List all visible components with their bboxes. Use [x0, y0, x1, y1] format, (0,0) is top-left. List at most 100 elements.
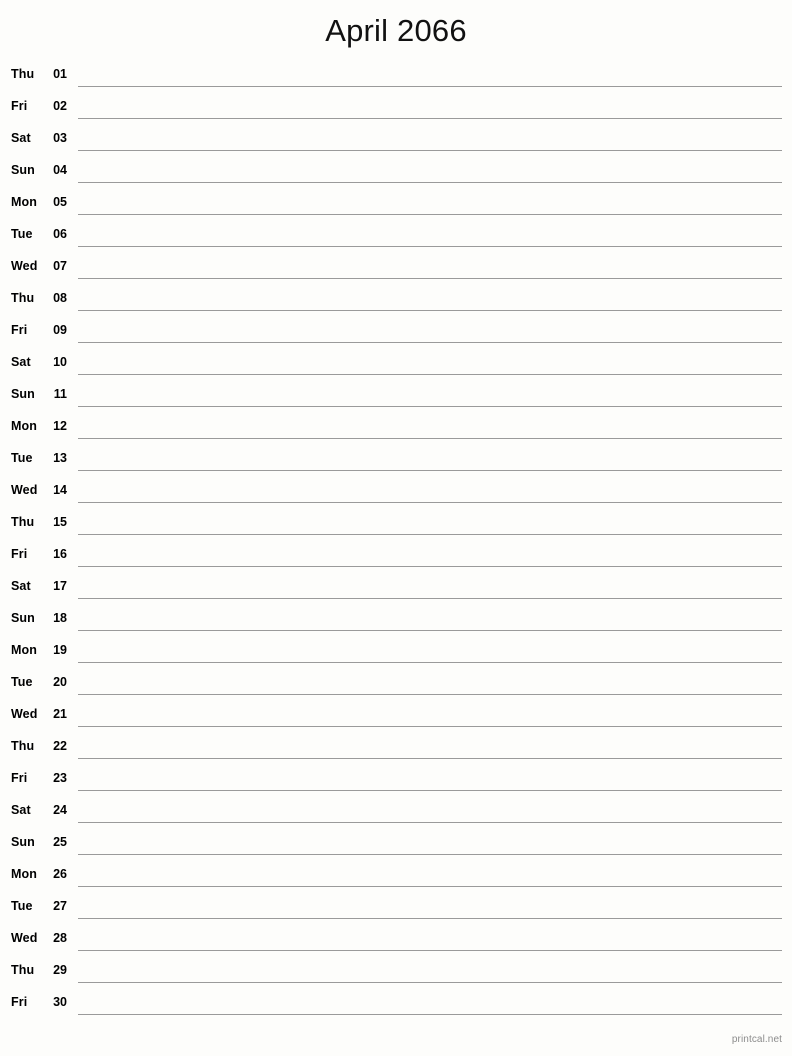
weekday-label: Sun [11, 387, 35, 401]
day-number: 14 [53, 483, 67, 497]
day-number: 02 [53, 99, 67, 113]
notes-writing-line[interactable] [78, 959, 782, 983]
notes-writing-line[interactable] [78, 735, 782, 759]
weekday-label: Mon [11, 643, 37, 657]
day-row: Thu 08 [0, 287, 792, 319]
day-number: 09 [53, 323, 67, 337]
weekday-label: Wed [11, 931, 38, 945]
day-row: Mon 26 [0, 863, 792, 895]
notes-writing-line[interactable] [78, 351, 782, 375]
weekday-label: Fri [11, 99, 28, 113]
day-row: Mon 05 [0, 191, 792, 223]
notes-writing-line[interactable] [78, 799, 782, 823]
notes-writing-line[interactable] [78, 895, 782, 919]
day-row: Wed 14 [0, 479, 792, 511]
weekday-label: Tue [11, 675, 33, 689]
notes-writing-line[interactable] [78, 543, 782, 567]
notes-writing-line[interactable] [78, 863, 782, 887]
weekday-label: Sat [11, 131, 31, 145]
day-row: Fri 09 [0, 319, 792, 351]
day-number: 30 [53, 995, 67, 1009]
day-number: 22 [53, 739, 67, 753]
notes-writing-line[interactable] [78, 927, 782, 951]
day-number: 18 [53, 611, 67, 625]
notes-writing-line[interactable] [78, 63, 782, 87]
day-number: 23 [53, 771, 67, 785]
day-row: Fri 30 [0, 991, 792, 1023]
notes-writing-line[interactable] [78, 383, 782, 407]
weekday-label: Sat [11, 355, 31, 369]
day-number: 17 [53, 579, 67, 593]
notes-writing-line[interactable] [78, 223, 782, 247]
day-number: 20 [53, 675, 67, 689]
weekday-label: Wed [11, 707, 38, 721]
day-number: 28 [53, 931, 67, 945]
day-row: Sat 10 [0, 351, 792, 383]
day-number: 05 [53, 195, 67, 209]
notes-writing-line[interactable] [78, 287, 782, 311]
day-number: 29 [53, 963, 67, 977]
notes-writing-line[interactable] [78, 447, 782, 471]
weekday-label: Sat [11, 579, 31, 593]
day-row: Fri 16 [0, 543, 792, 575]
notes-writing-line[interactable] [78, 159, 782, 183]
day-row: Sun 25 [0, 831, 792, 863]
day-row: Thu 22 [0, 735, 792, 767]
weekday-label: Mon [11, 195, 37, 209]
day-row: Thu 01 [0, 63, 792, 95]
weekday-label: Thu [11, 963, 35, 977]
day-row: Thu 15 [0, 511, 792, 543]
day-row: Mon 19 [0, 639, 792, 671]
notes-writing-line[interactable] [78, 511, 782, 535]
notes-writing-line[interactable] [78, 127, 782, 151]
weekday-label: Fri [11, 323, 28, 337]
notes-writing-line[interactable] [78, 639, 782, 663]
day-row: Wed 07 [0, 255, 792, 287]
weekday-label: Mon [11, 867, 37, 881]
day-number: 03 [53, 131, 67, 145]
weekday-label: Sun [11, 835, 35, 849]
weekday-label: Sun [11, 163, 35, 177]
day-row: Sun 18 [0, 607, 792, 639]
day-row: Fri 02 [0, 95, 792, 127]
notes-writing-line[interactable] [78, 191, 782, 215]
day-row: Sat 03 [0, 127, 792, 159]
day-row: Fri 23 [0, 767, 792, 799]
notes-writing-line[interactable] [78, 415, 782, 439]
notes-writing-line[interactable] [78, 479, 782, 503]
notes-writing-line[interactable] [78, 671, 782, 695]
weekday-label: Wed [11, 259, 38, 273]
day-number: 16 [53, 547, 67, 561]
page-title: April 2066 [325, 13, 467, 48]
day-row: Mon 12 [0, 415, 792, 447]
day-number: 04 [53, 163, 67, 177]
weekday-label: Tue [11, 227, 33, 241]
weekday-label: Tue [11, 899, 33, 913]
day-row: Thu 29 [0, 959, 792, 991]
day-row: Wed 21 [0, 703, 792, 735]
day-row: Tue 20 [0, 671, 792, 703]
weekday-label: Thu [11, 515, 35, 529]
day-number: 12 [53, 419, 67, 433]
notes-writing-line[interactable] [78, 767, 782, 791]
day-number: 11 [53, 387, 67, 401]
day-row: Sun 11 [0, 383, 792, 415]
notes-writing-line[interactable] [78, 607, 782, 631]
day-number: 15 [53, 515, 67, 529]
day-number: 25 [53, 835, 67, 849]
notes-writing-line[interactable] [78, 703, 782, 727]
notes-writing-line[interactable] [78, 319, 782, 343]
notes-writing-line[interactable] [78, 831, 782, 855]
weekday-label: Wed [11, 483, 38, 497]
notes-writing-line[interactable] [78, 255, 782, 279]
weekday-label: Tue [11, 451, 33, 465]
day-number: 24 [53, 803, 67, 817]
day-number: 21 [53, 707, 67, 721]
day-row: Sun 04 [0, 159, 792, 191]
day-row-list: Thu 01 Fri 02 Sat 03 Sun 04 Mon 05 Tue 06 Wed 07 Thu 08… [0, 63, 792, 1023]
notes-writing-line[interactable] [78, 575, 782, 599]
notes-writing-line[interactable] [78, 95, 782, 119]
day-row: Sat 24 [0, 799, 792, 831]
notes-writing-line[interactable] [78, 991, 782, 1015]
day-number: 06 [53, 227, 67, 241]
